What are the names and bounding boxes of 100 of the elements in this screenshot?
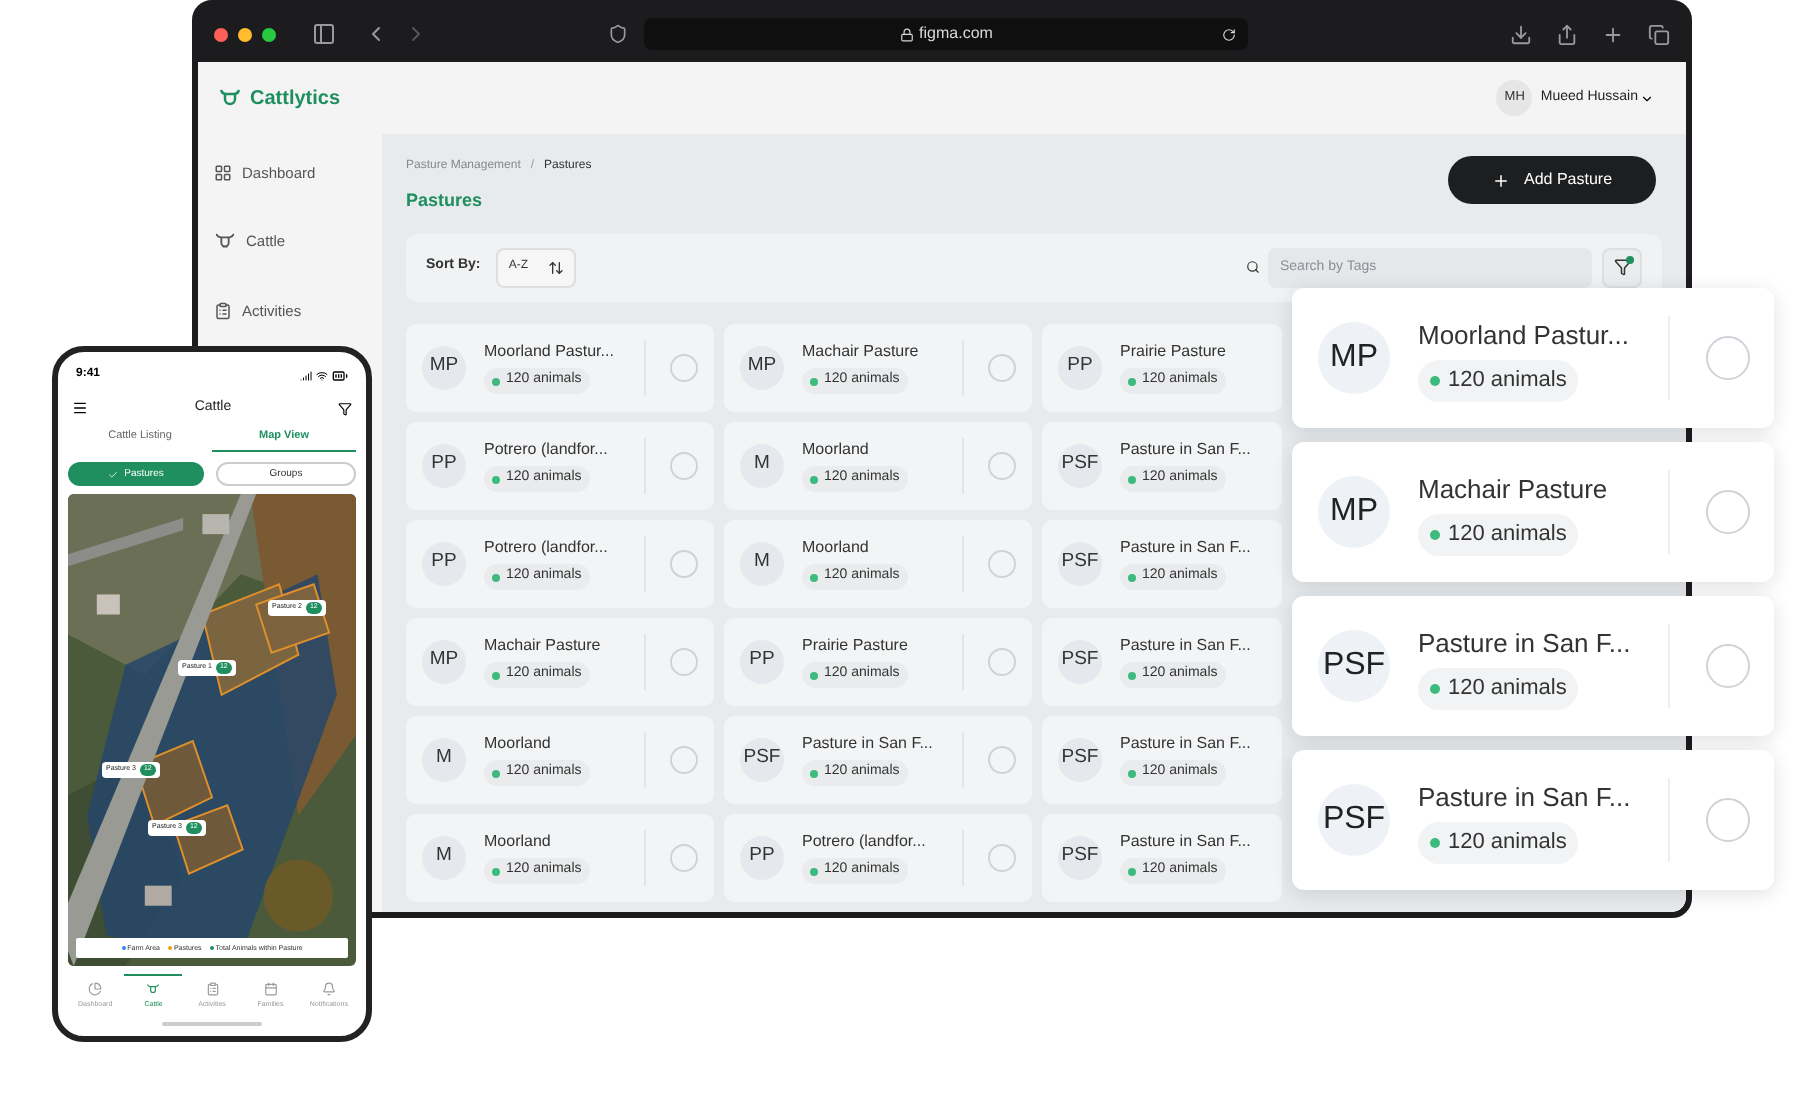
pasture-name: Prairie Pasture [802, 634, 910, 659]
sort-icon [548, 259, 565, 275]
avatar: M [740, 443, 784, 487]
pasture-card[interactable]: PSF Pasture in San F... 120 animals [1292, 750, 1774, 890]
avatar: MP [1318, 322, 1390, 394]
plus-icon [1491, 171, 1510, 189]
check-icon [108, 469, 119, 480]
radio-button[interactable] [988, 353, 1017, 381]
animal-count-badge: 120 animals [1418, 668, 1579, 709]
pasture-name: Moorland [802, 438, 871, 463]
pasture-name: Moorland Pastur... [1418, 317, 1631, 353]
pasture-name: Moorland [484, 732, 553, 757]
avatar: PSF [1318, 784, 1390, 856]
battery-icon [332, 367, 348, 383]
cow-icon [214, 230, 236, 253]
pasture-name: Pasture in San F... [1418, 779, 1633, 815]
pasture-card[interactable]: PSF Pasture in San F... 120 animals [1292, 596, 1774, 736]
grid-icon [214, 164, 232, 183]
pasture-name: Pasture in San F... [1120, 536, 1253, 561]
wifi-icon [316, 369, 328, 381]
download-icon[interactable] [1510, 23, 1532, 45]
pasture-name: Moorland Pastur... [484, 340, 616, 365]
radio-button[interactable] [988, 549, 1017, 577]
avatar: MP [740, 345, 784, 389]
pasture-name: Prairie Pasture [1120, 340, 1228, 365]
reload-icon[interactable] [1222, 27, 1236, 41]
filter-icon [1613, 258, 1631, 276]
avatar: M [740, 541, 784, 585]
page-title: Pastures [406, 188, 485, 214]
avatar: PP [422, 443, 466, 487]
clipboard-icon [205, 982, 219, 997]
sidebar-toggle-icon[interactable] [312, 22, 336, 46]
tabs-icon[interactable] [1648, 23, 1670, 45]
filter-button[interactable] [1602, 247, 1642, 287]
pasture-name: Pasture in San F... [1418, 625, 1633, 661]
pasture-name: Pasture in San F... [1120, 732, 1253, 757]
radio-button[interactable] [988, 647, 1017, 675]
add-pasture-button[interactable]: Add Pasture [1448, 156, 1656, 204]
pasture-name: Machair Pasture [484, 634, 603, 659]
pasture-name: Potrero (landfor... [802, 830, 928, 855]
pasture-card[interactable]: MP Moorland Pastur... 120 animals [1292, 288, 1774, 428]
avatar: M [422, 737, 466, 781]
chevron-down-icon[interactable] [1640, 91, 1654, 105]
radio-button[interactable] [670, 647, 699, 675]
radio-button[interactable] [670, 549, 699, 577]
radio-button[interactable] [988, 745, 1017, 773]
avatar: PP [740, 835, 784, 879]
pasture-name: Pasture in San F... [1120, 830, 1253, 855]
pasture-name: Potrero (landfor... [484, 536, 610, 561]
avatar: PP [422, 541, 466, 585]
avatar: PP [1058, 345, 1102, 389]
pasture-name: Pasture in San F... [1120, 438, 1253, 463]
radio-button[interactable] [1706, 490, 1750, 534]
radio-button[interactable] [1706, 644, 1750, 688]
radio-button[interactable] [988, 843, 1017, 871]
new-tab-icon[interactable] [1602, 23, 1624, 45]
filter-icon[interactable] [337, 401, 352, 415]
avatar: PSF [1058, 835, 1102, 879]
pasture-name: Moorland [802, 536, 871, 561]
radio-button[interactable] [1706, 336, 1750, 380]
chart-icon [88, 982, 103, 997]
pasture-name: Pasture in San F... [1120, 634, 1253, 659]
avatar: PSF [1058, 443, 1102, 487]
pasture-card[interactable]: MP Machair Pasture 120 animals [1292, 442, 1774, 582]
radio-button[interactable] [670, 745, 699, 773]
menu-icon[interactable] [72, 400, 88, 416]
radio-button[interactable] [670, 843, 699, 871]
avatar: PSF [1058, 541, 1102, 585]
avatar: M [422, 835, 466, 879]
pasture-name: Machair Pasture [802, 340, 921, 365]
pasture-name: Potrero (landfor... [484, 438, 610, 463]
animal-count-badge: 120 animals [1418, 822, 1579, 863]
radio-button[interactable] [1706, 798, 1750, 842]
avatar: PSF [1318, 630, 1390, 702]
cow-icon [146, 982, 161, 997]
avatar: MP [422, 639, 466, 683]
calendar-icon [263, 982, 278, 997]
brand-name: Cattlytics [250, 85, 341, 113]
bell-icon [321, 982, 336, 997]
logo-icon [218, 86, 242, 110]
shield-icon[interactable] [608, 24, 628, 44]
search-icon [1246, 260, 1260, 274]
radio-button[interactable] [670, 353, 699, 381]
animal-count-badge: 120 animals [1418, 514, 1579, 555]
clipboard-icon [214, 301, 232, 320]
pasture-name: Machair Pasture [1418, 471, 1610, 507]
avatar: PSF [740, 737, 784, 781]
lock-icon [899, 27, 914, 41]
address-bar[interactable]: figma.com [644, 18, 1248, 50]
animal-count-badge: 120 animals [1418, 360, 1579, 401]
pasture-name: Pasture in San F... [802, 732, 935, 757]
avatar: PP [740, 639, 784, 683]
avatar: PSF [1058, 737, 1102, 781]
avatar: MP [1318, 476, 1390, 548]
avatar: MP [422, 345, 466, 389]
share-icon[interactable] [1556, 23, 1578, 45]
signal-icon [300, 369, 312, 381]
pasture-name: Moorland [484, 830, 553, 855]
radio-button[interactable] [988, 451, 1017, 479]
radio-button[interactable] [670, 451, 699, 479]
